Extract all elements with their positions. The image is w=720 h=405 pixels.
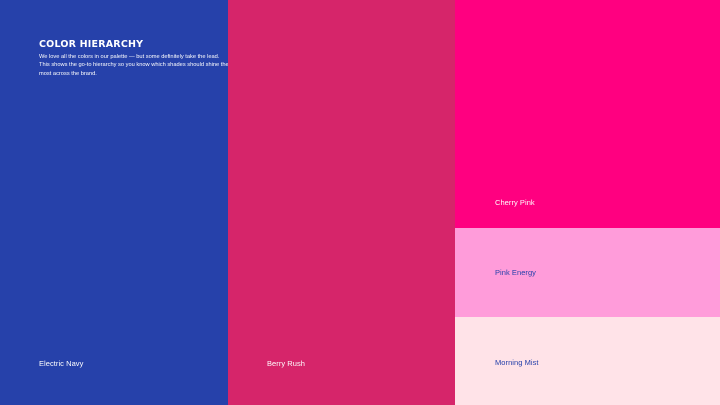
page-title: COLOR HIERARCHY	[39, 39, 144, 50]
swatch-label-berry-rush: Berry Rush	[267, 359, 306, 368]
swatch-label-cherry-pink: Cherry Pink	[495, 198, 535, 207]
swatch-label-pink-energy: Pink Energy	[495, 268, 536, 277]
swatch-label-morning-mist: Morning Mist	[495, 358, 539, 367]
swatch-berry-rush: Berry Rush	[228, 0, 455, 405]
swatch-electric-navy: COLOR HIERARCHY We love all the colors i…	[0, 0, 229, 405]
swatch-label-electric-navy: Electric Navy	[39, 359, 84, 368]
page-description: We love all the colors in our palette — …	[39, 54, 229, 77]
color-hierarchy-slide: COLOR HIERARCHY We love all the colors i…	[0, 0, 720, 405]
swatch-cherry-pink: Cherry Pink	[455, 0, 720, 228]
swatch-stack: Cherry Pink Pink Energy Morning Mist	[455, 0, 720, 405]
swatch-pink-energy: Pink Energy	[455, 228, 720, 317]
swatch-morning-mist: Morning Mist	[455, 317, 720, 405]
